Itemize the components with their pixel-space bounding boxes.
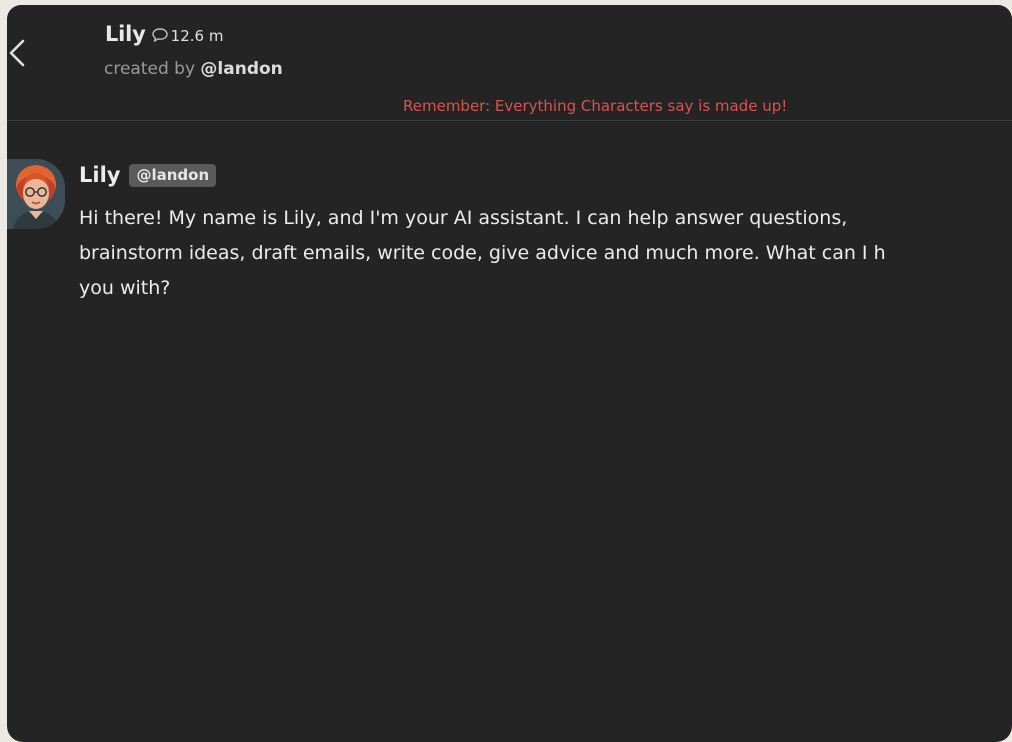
chevron-left-icon (9, 39, 25, 67)
character-title-row: Lily 12.6 m (105, 22, 223, 46)
chat-bubble-icon (151, 27, 169, 43)
back-button[interactable] (7, 35, 31, 71)
creator-handle-link[interactable]: @landon (200, 59, 282, 79)
disclaimer-text: Remember: Everything Characters say is m… (403, 97, 788, 115)
character-name: Lily (105, 22, 146, 46)
message-header: Lily @landon (79, 163, 217, 187)
message-line: brainstorm ideas, draft emails, write co… (79, 242, 886, 264)
message-line: Hi there! My name is Lily, and I'm your … (79, 207, 848, 229)
avatar[interactable] (7, 159, 65, 229)
message-author: Lily (79, 163, 121, 187)
created-by-label: created by (104, 59, 196, 79)
chat-count: 12.6 m (170, 27, 224, 45)
chat-window: Lily 12.6 m created by @landon Remember:… (7, 5, 1012, 742)
created-by-row: created by @landon (104, 59, 283, 79)
message-text: Hi there! My name is Lily, and I'm your … (79, 201, 1012, 306)
message-line: you with? (79, 277, 171, 299)
chat-header: Lily 12.6 m created by @landon Remember:… (7, 5, 1012, 121)
author-tag-badge[interactable]: @landon (129, 163, 217, 187)
